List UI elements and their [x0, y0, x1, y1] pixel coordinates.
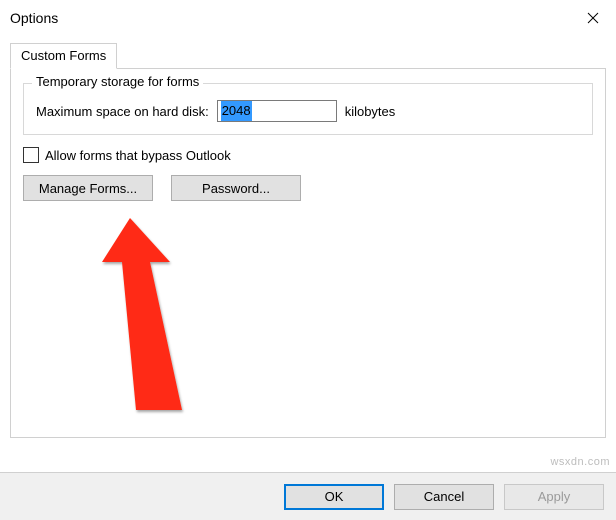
tab-strip: Custom Forms [10, 42, 606, 68]
max-space-unit: kilobytes [345, 104, 396, 119]
bypass-checkbox[interactable] [23, 147, 39, 163]
max-space-row: Maximum space on hard disk: 2048 kilobyt… [36, 100, 580, 122]
bypass-checkbox-label: Allow forms that bypass Outlook [45, 148, 231, 163]
tab-panel: Temporary storage for forms Maximum spac… [10, 68, 606, 438]
window-title: Options [10, 10, 58, 26]
password-button[interactable]: Password... [171, 175, 301, 201]
max-space-value: 2048 [221, 101, 252, 121]
titlebar: Options [0, 0, 616, 36]
close-icon [587, 12, 599, 24]
apply-button: Apply [504, 484, 604, 510]
dialog-body: Custom Forms Temporary storage for forms… [0, 36, 616, 438]
watermark: wsxdn.com [550, 456, 610, 468]
ok-button[interactable]: OK [284, 484, 384, 510]
group-legend: Temporary storage for forms [32, 74, 203, 89]
manage-forms-button[interactable]: Manage Forms... [23, 175, 153, 201]
bypass-checkbox-row: Allow forms that bypass Outlook [23, 147, 593, 163]
close-button[interactable] [570, 2, 616, 34]
max-space-input[interactable]: 2048 [217, 100, 337, 122]
tab-custom-forms[interactable]: Custom Forms [10, 43, 117, 69]
cancel-button[interactable]: Cancel [394, 484, 494, 510]
dialog-footer: OK Cancel Apply [0, 472, 616, 520]
max-space-label: Maximum space on hard disk: [36, 104, 209, 119]
group-temp-storage: Temporary storage for forms Maximum spac… [23, 83, 593, 135]
form-buttons-row: Manage Forms... Password... [23, 175, 593, 201]
